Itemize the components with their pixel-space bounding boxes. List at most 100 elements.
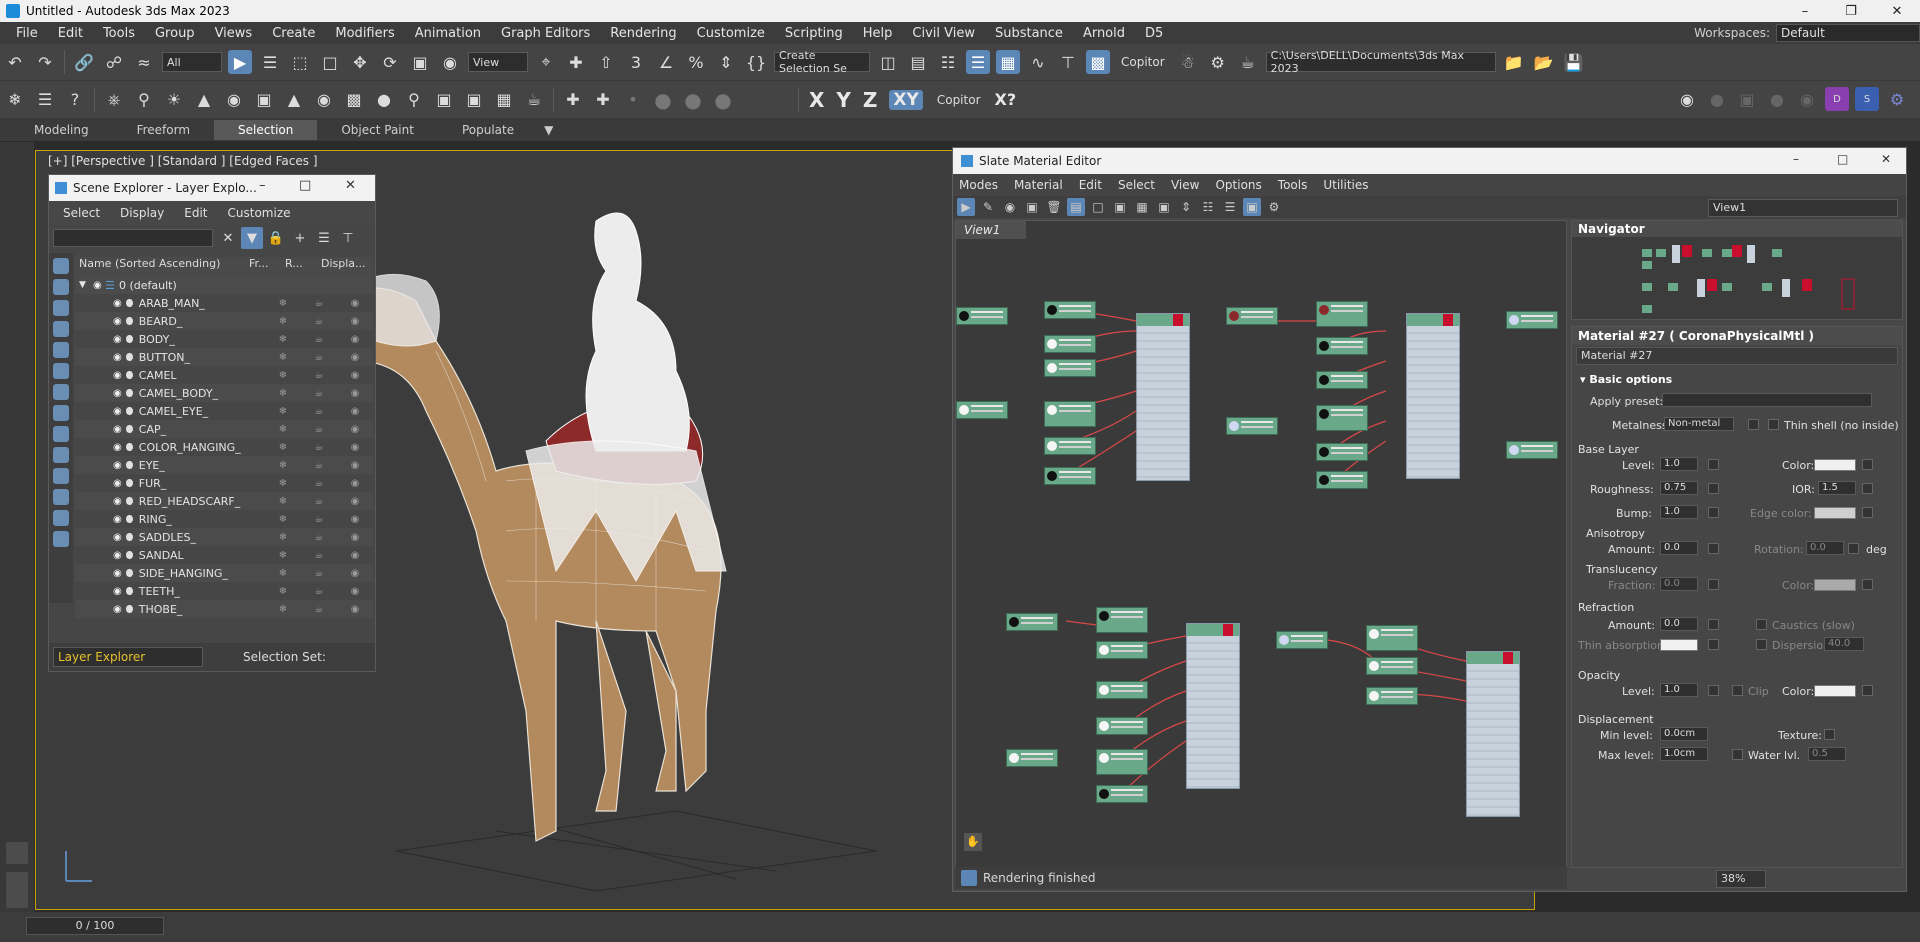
list-item[interactable]: ◉ ARAB_MAN_ ❄ ☕ ◉: [75, 294, 373, 312]
freeze-icon[interactable]: ❄: [265, 424, 301, 435]
freeze-icon[interactable]: ❄: [265, 478, 301, 489]
grey-ball-3-icon[interactable]: ●: [711, 88, 735, 112]
eye-icon[interactable]: ◉: [113, 586, 122, 597]
nav-toggle-icon[interactable]: ▣: [1243, 198, 1261, 216]
material-node[interactable]: [1406, 313, 1460, 479]
render-icon[interactable]: ☕: [301, 568, 337, 579]
list-icon[interactable]: ☰: [33, 88, 57, 112]
list-item[interactable]: ◉ THOBE_ ❄ ☕ ◉: [75, 600, 373, 618]
select-tool-icon[interactable]: ▶: [957, 198, 975, 216]
opacity-color-map-button[interactable]: [1862, 685, 1873, 696]
slate-menu-view[interactable]: View: [1171, 178, 1199, 192]
eye-icon[interactable]: ◉: [113, 604, 122, 615]
display-icon[interactable]: ◉: [337, 532, 373, 543]
selection-filter-dropdown[interactable]: All: [162, 52, 222, 72]
rotate-icon[interactable]: ⟳: [378, 50, 402, 74]
apply-preset-dropdown[interactable]: [1662, 393, 1872, 407]
layout-all-icon[interactable]: ▣: [1155, 198, 1173, 216]
list-item[interactable]: ◉ RED_HEADSCARF_ ❄ ☕ ◉: [75, 492, 373, 510]
options-icon[interactable]: ⚙: [1265, 198, 1283, 216]
caustics-checkbox[interactable]: [1756, 619, 1767, 630]
decal-icon[interactable]: ▲: [282, 88, 306, 112]
edge-color-swatch[interactable]: [1814, 507, 1856, 519]
filter-hidden-icon[interactable]: [53, 489, 69, 505]
list-item[interactable]: ◉ BODY_ ❄ ☕ ◉: [75, 330, 373, 348]
freeze-icon[interactable]: ❄: [265, 550, 301, 561]
eye-icon[interactable]: ◉: [113, 460, 122, 471]
render-icon[interactable]: ☕: [301, 370, 337, 381]
map-node[interactable]: [1506, 441, 1558, 459]
column-frozen[interactable]: Fr...: [245, 257, 281, 275]
add-layer-icon[interactable]: +: [289, 227, 311, 249]
se-menu-customize[interactable]: Customize: [228, 206, 291, 220]
filter-bones-icon[interactable]: [53, 426, 69, 442]
list-item[interactable]: ◉ COLOR_HANGING_ ❄ ☕ ◉: [75, 438, 373, 456]
refraction-map-button[interactable]: [1708, 619, 1719, 630]
display-icon[interactable]: ◉: [337, 586, 373, 597]
slate-menu-modes[interactable]: Modes: [959, 178, 998, 192]
max-level-spinner[interactable]: 1.0cm: [1660, 747, 1708, 761]
plugin-5-icon[interactable]: ◉: [1795, 87, 1819, 111]
list-item[interactable]: ◉ BUTTON_ ❄ ☕ ◉: [75, 348, 373, 366]
workspaces-dropdown[interactable]: Default: [1776, 24, 1920, 42]
project-folder-icon[interactable]: 📁: [1502, 50, 1526, 74]
eye-icon[interactable]: ◉: [113, 298, 122, 309]
map-node[interactable]: [1226, 307, 1278, 325]
select-manipulate-icon[interactable]: ✚: [564, 50, 588, 74]
bulb-icon[interactable]: ⚲: [402, 88, 426, 112]
time-slider[interactable]: 0 / 100: [26, 917, 164, 935]
render-icon[interactable]: ☕: [301, 496, 337, 507]
tab-modeling[interactable]: Modeling: [10, 120, 113, 140]
undo-icon[interactable]: ↶: [3, 50, 27, 74]
select-object-icon[interactable]: ▶: [228, 50, 252, 74]
list-item[interactable]: ◉ CAMEL ❄ ☕ ◉: [75, 366, 373, 384]
filter-icon[interactable]: ▼: [241, 227, 263, 249]
menu-scripting[interactable]: Scripting: [775, 26, 853, 41]
map-node[interactable]: [1316, 371, 1368, 389]
map-node[interactable]: [1044, 401, 1096, 427]
render-icon[interactable]: ☕: [301, 550, 337, 561]
menu-d5[interactable]: D5: [1135, 26, 1173, 41]
map-node[interactable]: [1226, 417, 1278, 435]
slate-close-button[interactable]: ✕: [1881, 152, 1891, 166]
display-icon[interactable]: ◉: [337, 334, 373, 345]
opacity-map-button[interactable]: [1708, 685, 1719, 696]
window-crossing-icon[interactable]: □: [318, 50, 342, 74]
render-icon[interactable]: ☕: [301, 460, 337, 471]
menu-file[interactable]: File: [6, 26, 48, 41]
script-icon[interactable]: ⎈: [102, 88, 126, 112]
se-maximize-button[interactable]: □: [299, 178, 311, 193]
expand-icon[interactable]: ▼: [79, 280, 93, 290]
eye-icon[interactable]: ◉: [113, 370, 122, 381]
proxy-icon[interactable]: ◉: [312, 88, 336, 112]
render-icon[interactable]: ☕: [301, 316, 337, 327]
eye-icon[interactable]: ◉: [113, 550, 122, 561]
layers-icon[interactable]: ☰: [313, 227, 335, 249]
map-node[interactable]: [1366, 657, 1418, 675]
freeze-icon[interactable]: ❄: [265, 532, 301, 543]
metalness-dropdown[interactable]: Non-metal: [1664, 417, 1734, 431]
menu-views[interactable]: Views: [205, 26, 263, 41]
map-node[interactable]: [1506, 311, 1558, 329]
eye-icon[interactable]: ◉: [113, 352, 122, 363]
show-background-icon[interactable]: ▦: [1133, 198, 1151, 216]
roughness-map-button[interactable]: [1708, 483, 1719, 494]
layer-root-row[interactable]: ▼ ◉ ☰ 0 (default): [75, 276, 373, 294]
menu-help[interactable]: Help: [853, 26, 903, 41]
save-folder-icon[interactable]: 💾: [1562, 50, 1586, 74]
reference-coord-dropdown[interactable]: View: [468, 52, 528, 72]
toggle-scene-explorer-icon[interactable]: ☷: [936, 50, 960, 74]
opacity-level-spinner[interactable]: 1.0: [1660, 683, 1698, 697]
create-selection-set-dropdown[interactable]: Create Selection Se: [774, 49, 870, 75]
displacement-texture-button[interactable]: [1824, 729, 1835, 740]
render-icon[interactable]: ☕: [301, 424, 337, 435]
clear-search-icon[interactable]: ✕: [217, 227, 239, 249]
freeze-icon[interactable]: ❄: [265, 586, 301, 597]
minimize-button[interactable]: –: [1782, 0, 1828, 22]
slate-maximize-button[interactable]: □: [1837, 152, 1848, 166]
display-icon[interactable]: ◉: [337, 568, 373, 579]
eye-icon[interactable]: ◉: [93, 280, 105, 291]
list-item[interactable]: ◉ SIDE_HANGING_ ❄ ☕ ◉: [75, 564, 373, 582]
map-node[interactable]: [1044, 359, 1096, 377]
list-item[interactable]: ◉ CAP_ ❄ ☕ ◉: [75, 420, 373, 438]
